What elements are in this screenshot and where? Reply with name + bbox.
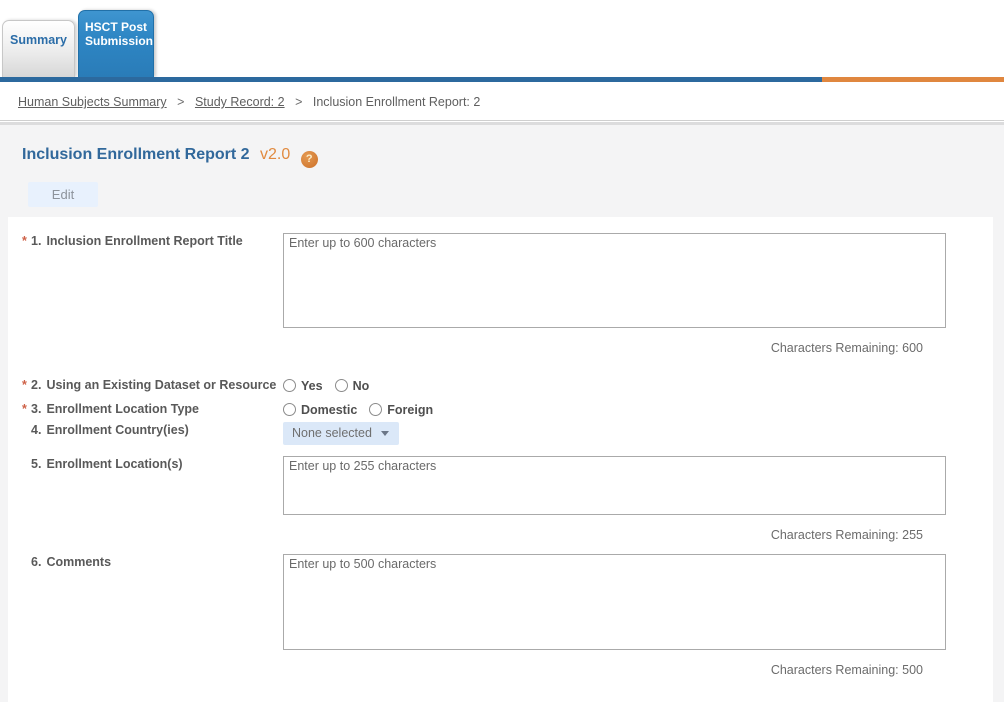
breadcrumb-separator: > [295, 95, 303, 109]
chars-remaining-255: Characters Remaining: 255 [770, 528, 923, 542]
field-label: Using an Existing Dataset or Resource [46, 378, 277, 392]
required-asterisk: * [22, 378, 27, 392]
page-title-text: Inclusion Enrollment Report 2 [22, 146, 250, 163]
radio-domestic-label: Domestic [301, 402, 358, 417]
field-number: 4. [31, 423, 42, 437]
field-label: Comments [46, 555, 112, 569]
enrollment-locations-textarea[interactable] [283, 456, 946, 515]
tab-hsct-post-submission[interactable]: HSCT Post Submission [78, 10, 154, 77]
field-number: 2. [31, 378, 42, 392]
field-number: 1. [31, 234, 42, 248]
field-label: Enrollment Location(s) [46, 457, 183, 471]
form-row-existing-dataset: * 2. Using an Existing Dataset or Resour… [22, 377, 993, 394]
radio-no[interactable] [334, 379, 348, 392]
page-title: Inclusion Enrollment Report 2 v2.0 ? [22, 145, 318, 168]
header: Summary HSCT Post Submission [0, 0, 1004, 77]
radio-foreign-label: Foreign [387, 402, 434, 417]
field-label: Enrollment Location Type [46, 402, 199, 416]
field-label: Enrollment Country(ies) [46, 423, 189, 437]
radio-no-label: No [352, 378, 370, 393]
form-row-report-title: * 1. Inclusion Enrollment Report Title C… [22, 233, 993, 356]
radio-yes[interactable] [283, 379, 296, 392]
main-content: Inclusion Enrollment Report 2 v2.0 ? Edi… [0, 125, 1004, 702]
form-row-enrollment-countries: 4. Enrollment Country(ies) None selected [22, 422, 993, 445]
dropdown-selected-value: None selected [292, 426, 372, 440]
enrollment-countries-dropdown[interactable]: None selected [283, 422, 399, 445]
version-label: v2.0 [260, 146, 291, 163]
radio-yes-label: Yes [301, 378, 323, 393]
form-row-enrollment-locations: 5. Enrollment Location(s) Characters Rem… [22, 456, 993, 543]
radio-foreign[interactable] [369, 403, 383, 416]
radio-domestic[interactable] [283, 403, 296, 416]
help-icon[interactable]: ? [300, 151, 318, 168]
field-number: 5. [31, 457, 42, 471]
field-number: 3. [31, 402, 42, 416]
field-number: 6. [31, 555, 42, 569]
comments-textarea[interactable] [283, 554, 946, 650]
breadcrumb-separator: > [177, 95, 185, 109]
field-label: Inclusion Enrollment Report Title [46, 234, 243, 248]
chars-remaining-500: Characters Remaining: 500 [770, 663, 923, 677]
chevron-down-icon [380, 430, 389, 436]
breadcrumb-current: Inclusion Enrollment Report: 2 [312, 95, 481, 109]
required-asterisk: * [22, 234, 27, 248]
breadcrumb-link-study-record[interactable]: Study Record: 2 [195, 95, 285, 109]
form-row-location-type: * 3. Enrollment Location Type Domestic F… [22, 401, 993, 418]
report-title-textarea[interactable] [283, 233, 946, 328]
form-row-comments: 6. Comments Characters Remaining: 500 [22, 554, 993, 678]
breadcrumb: Human Subjects Summary > Study Record: 2… [0, 82, 1004, 121]
inclusion-enrollment-form: * 1. Inclusion Enrollment Report Title C… [8, 217, 993, 702]
edit-button[interactable]: Edit [28, 182, 98, 207]
required-asterisk: * [22, 402, 27, 416]
tab-summary[interactable]: Summary [2, 20, 75, 77]
chars-remaining-600: Characters Remaining: 600 [770, 341, 923, 355]
breadcrumb-link-human-subjects-summary[interactable]: Human Subjects Summary [18, 95, 167, 109]
